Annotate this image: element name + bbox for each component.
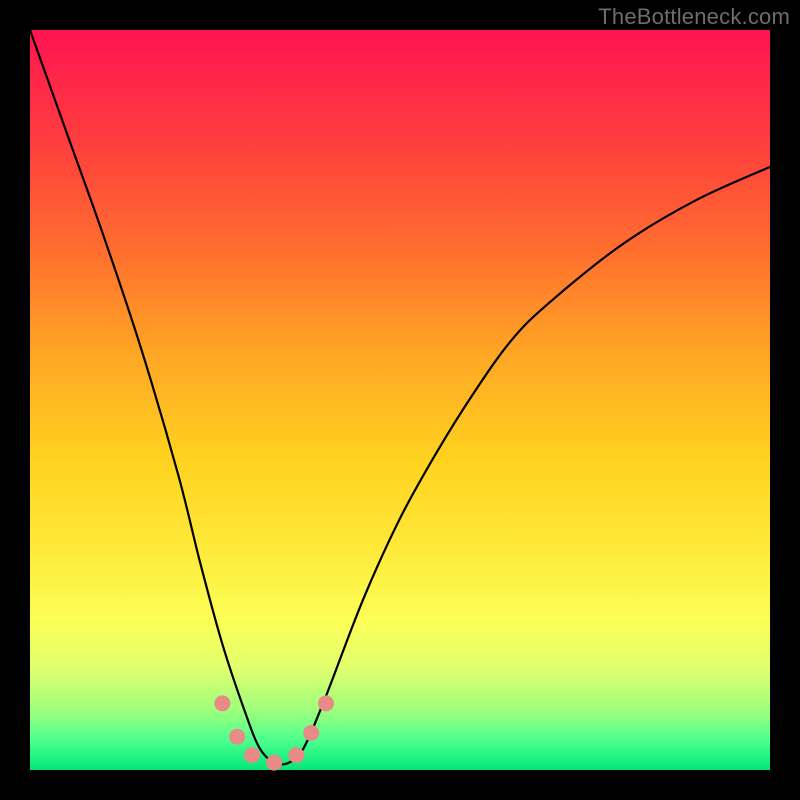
curve-marker	[266, 755, 282, 771]
marker-group	[214, 695, 334, 770]
curve-marker	[214, 695, 230, 711]
bottleneck-curve-svg	[30, 30, 770, 770]
plot-area	[30, 30, 770, 770]
curve-marker	[244, 747, 260, 763]
bottleneck-curve	[30, 30, 770, 764]
chart-frame: TheBottleneck.com	[0, 0, 800, 800]
watermark-text: TheBottleneck.com	[598, 4, 790, 30]
curve-marker	[318, 695, 334, 711]
curve-marker	[303, 725, 319, 741]
curve-marker	[288, 747, 304, 763]
curve-marker	[229, 729, 245, 745]
